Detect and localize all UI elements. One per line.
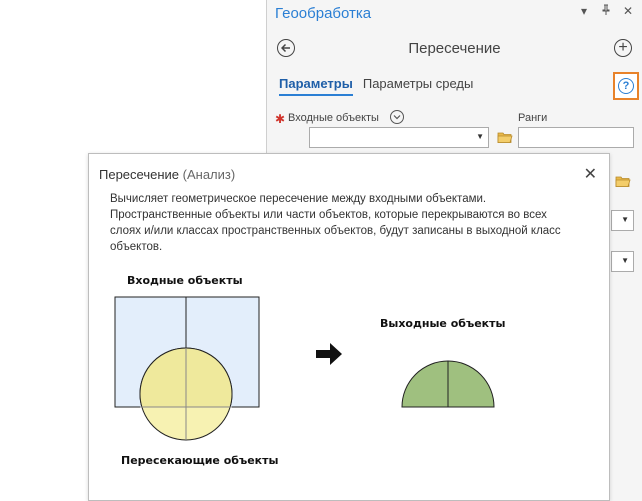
input-features-label: Входные объекты xyxy=(288,112,379,124)
tab-parameters[interactable]: Параметры xyxy=(279,76,353,96)
pane-menu-dropdown-icon[interactable]: ▾ xyxy=(578,4,590,19)
intersect-diagram xyxy=(114,296,495,441)
required-marker: ✱ xyxy=(275,112,286,126)
input-features-combobox[interactable]: ▼ xyxy=(309,127,489,148)
plus-icon: + xyxy=(618,39,628,56)
pin-icon[interactable] xyxy=(600,4,612,19)
add-button[interactable]: + xyxy=(614,39,632,57)
chevron-down-icon[interactable] xyxy=(390,110,404,124)
pane-window-buttons: ▾ ✕ xyxy=(578,4,634,19)
dropdown-arrow-icon[interactable]: ▼ xyxy=(621,256,629,265)
dropdown-arrow-icon[interactable]: ▼ xyxy=(476,132,484,141)
question-circle-icon: ? xyxy=(618,78,634,94)
arrow-right-icon xyxy=(316,343,342,365)
dropdown-arrow-icon[interactable]: ▼ xyxy=(621,215,629,224)
ranks-label: Ранги xyxy=(518,112,548,124)
tab-environments[interactable]: Параметры среды xyxy=(363,76,474,96)
help-button[interactable]: ? xyxy=(613,72,639,100)
output-type-combobox[interactable]: ▼ xyxy=(611,251,634,272)
folder-icon[interactable] xyxy=(615,175,631,187)
ranks-input[interactable] xyxy=(518,127,634,148)
close-pane-icon[interactable]: ✕ xyxy=(622,4,634,19)
folder-icon[interactable] xyxy=(497,131,513,143)
join-attributes-combobox[interactable]: ▼ xyxy=(611,210,634,231)
pane-tabs: Параметры Параметры среды xyxy=(279,76,473,96)
pane-title: Геообработка xyxy=(275,5,372,22)
tool-help-popup: Пересечение (Анализ) ✕ Вычисляет геометр… xyxy=(88,153,610,501)
tool-name: Пересечение xyxy=(408,40,501,57)
